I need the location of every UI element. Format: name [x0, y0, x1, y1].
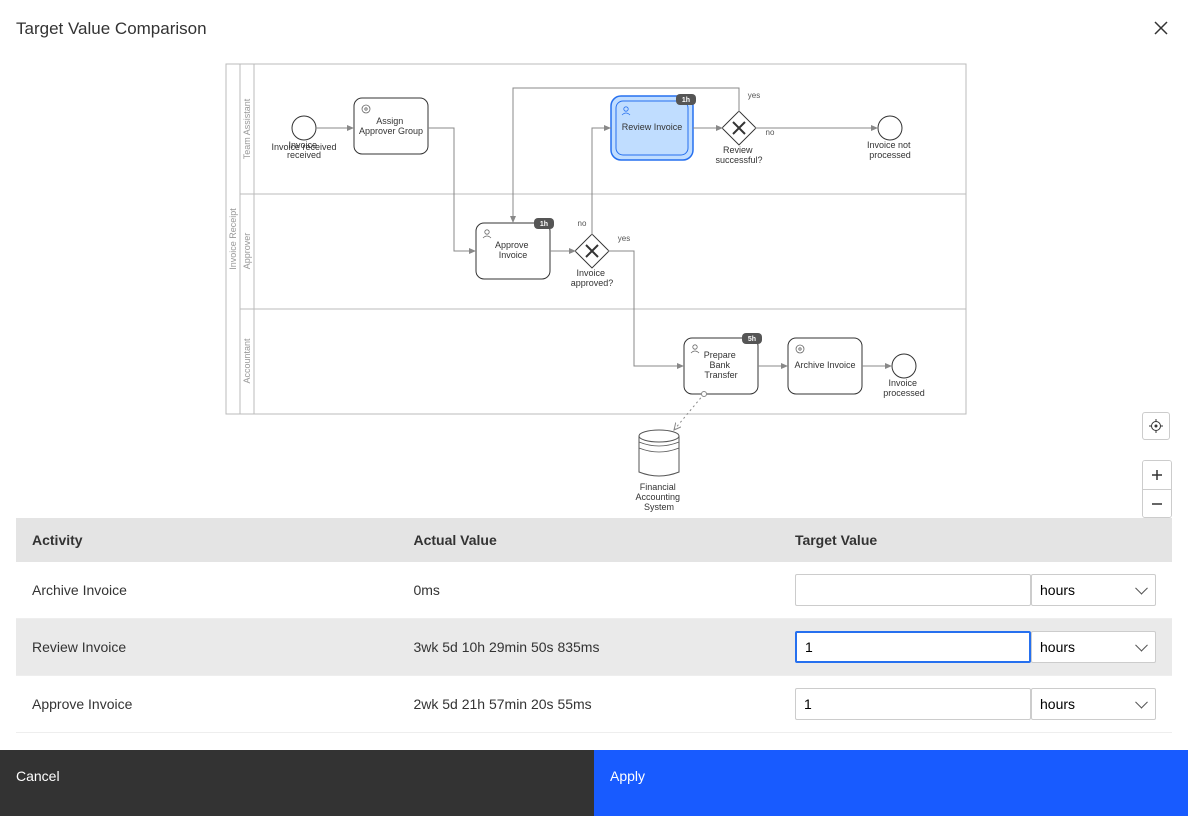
- svg-text:Archive Invoice: Archive Invoice: [794, 360, 855, 370]
- apply-button[interactable]: Apply: [594, 750, 1188, 816]
- svg-text:yes: yes: [748, 91, 760, 100]
- gateway-review-successful[interactable]: [722, 111, 756, 145]
- modal-header: Target Value Comparison: [0, 0, 1188, 58]
- recenter-button[interactable]: [1142, 412, 1170, 440]
- cell-target: hours: [779, 562, 1172, 619]
- target-value-input[interactable]: [795, 688, 1031, 720]
- data-store[interactable]: [639, 430, 679, 476]
- cell-target: hours: [779, 676, 1172, 733]
- lane-accountant: Accountant: [242, 338, 252, 384]
- lane-team-assistant: Team Assistant: [242, 98, 252, 159]
- table-row[interactable]: Archive Invoice0ms hours: [16, 562, 1172, 619]
- zoom-out-button[interactable]: [1143, 489, 1171, 517]
- svg-text:Invoice approved?: Invoice approved?: [571, 268, 614, 288]
- svg-text:Financial Accounting: Financial Accounting System: [635, 482, 682, 512]
- modal-title: Target Value Comparison: [16, 19, 207, 39]
- svg-text:Invoice received: Invoice received: [287, 140, 321, 160]
- end-event-processed[interactable]: [892, 354, 916, 378]
- lane-approver: Approver: [242, 233, 252, 270]
- minus-icon: [1151, 498, 1163, 510]
- col-activity: Activity: [16, 518, 397, 562]
- cell-activity: Archive Invoice: [16, 562, 397, 619]
- table-row[interactable]: Review Invoice3wk 5d 10h 29min 50s 835ms…: [16, 619, 1172, 676]
- close-button[interactable]: [1150, 16, 1172, 42]
- svg-text:yes: yes: [618, 234, 630, 243]
- svg-text:Invoice not processed: Invoice not processed: [867, 140, 913, 160]
- cell-actual: 3wk 5d 10h 29min 50s 835ms: [397, 619, 778, 676]
- end-event-not-processed[interactable]: [878, 116, 902, 140]
- svg-text:Invoice processed: Invoice processed: [883, 378, 925, 398]
- svg-text:Approve Invoice: Approve Invoice: [495, 240, 531, 260]
- comparison-table: Activity Actual Value Target Value Archi…: [16, 518, 1172, 733]
- svg-text:Review successful?: Review successful?: [715, 145, 762, 165]
- modal-footer: Cancel Apply: [0, 750, 1188, 816]
- gateway-invoice-approved[interactable]: [575, 234, 609, 268]
- target-value-input[interactable]: [795, 574, 1031, 606]
- crosshair-icon: [1149, 419, 1163, 433]
- cell-activity: Review Invoice: [16, 619, 397, 676]
- start-event[interactable]: [292, 116, 316, 140]
- cancel-button[interactable]: Cancel: [0, 750, 594, 816]
- apply-label: Apply: [610, 768, 645, 784]
- col-actual: Actual Value: [397, 518, 778, 562]
- table-row[interactable]: Approve Invoice2wk 5d 21h 57min 20s 55ms…: [16, 676, 1172, 733]
- svg-text:Review Invoice: Review Invoice: [622, 122, 683, 132]
- badge-review: 1h: [682, 97, 690, 104]
- svg-text:no: no: [578, 219, 587, 228]
- badge-prepare: 5h: [748, 336, 756, 343]
- plus-icon: [1151, 469, 1163, 481]
- cell-target: hours: [779, 619, 1172, 676]
- bpmn-diagram[interactable]: Invoice Receipt Team Assistant Approver …: [0, 58, 1188, 518]
- pool-label: Invoice Receipt: [228, 208, 238, 270]
- cancel-label: Cancel: [16, 768, 60, 784]
- target-value-input[interactable]: [795, 631, 1031, 663]
- target-unit-select[interactable]: hours: [1031, 574, 1156, 606]
- cell-actual: 2wk 5d 21h 57min 20s 55ms: [397, 676, 778, 733]
- badge-approve: 1h: [540, 221, 548, 228]
- target-unit-select[interactable]: hours: [1031, 688, 1156, 720]
- close-icon: [1154, 21, 1168, 35]
- zoom-in-button[interactable]: [1143, 461, 1171, 489]
- target-unit-select[interactable]: hours: [1031, 631, 1156, 663]
- cell-actual: 0ms: [397, 562, 778, 619]
- cell-activity: Approve Invoice: [16, 676, 397, 733]
- col-target: Target Value: [779, 518, 1172, 562]
- svg-text:no: no: [766, 128, 775, 137]
